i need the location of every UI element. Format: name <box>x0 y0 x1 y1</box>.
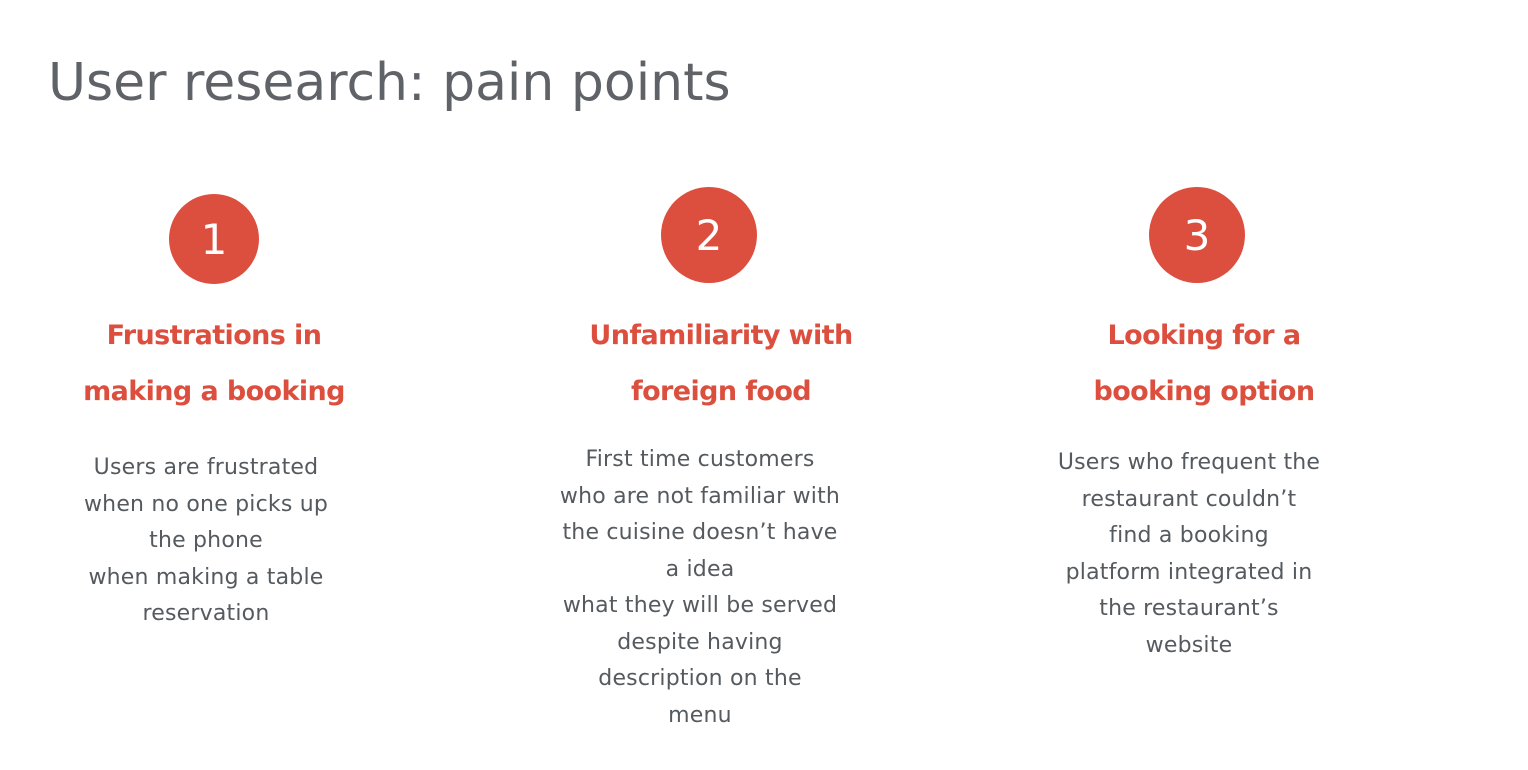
slide-title: User research: pain points <box>48 53 731 113</box>
description-line: find a booking <box>1109 523 1269 548</box>
description-line: despite having <box>617 629 783 655</box>
description-line: a idea <box>665 556 735 582</box>
description-line: Users who frequent the <box>1057 450 1321 475</box>
pain-point-description-3: Users who frequent the restaurant couldn… <box>1014 445 1364 664</box>
description-line: the phone <box>149 528 263 553</box>
description-line: platform integrated in <box>1065 559 1313 585</box>
pain-point-description-2: First time customers who are not familia… <box>530 442 870 734</box>
description-line: menu <box>668 702 732 728</box>
heading-line: making a booking <box>83 376 345 407</box>
number-badge-2: 2 <box>661 187 757 283</box>
heading-line: Frustrations in <box>106 320 322 351</box>
heading-line: booking option <box>1093 376 1316 407</box>
description-line: who are not familiar with <box>559 483 841 509</box>
description-line: the restaurant’s <box>1099 596 1279 621</box>
description-line: the cuisine doesn’t have <box>562 520 838 545</box>
description-line: reservation <box>142 601 270 626</box>
pain-point-heading-3: Looking for a booking option <box>1054 308 1354 420</box>
number-badge-1: 1 <box>169 194 259 284</box>
description-line: when making a table <box>88 564 324 590</box>
pain-point-heading-2: Unfamiliarity with foreign food <box>571 308 871 420</box>
pain-point-heading-1: Frustrations in making a booking <box>64 308 364 420</box>
description-line: website <box>1145 632 1233 658</box>
description-line: Users are frustrated <box>93 455 319 480</box>
description-line: when no one picks up <box>83 491 328 517</box>
description-line: restaurant couldn’t <box>1081 486 1297 512</box>
heading-line: foreign food <box>630 376 812 407</box>
heading-line: Unfamiliarity with <box>589 320 853 351</box>
description-line: description on the <box>598 666 802 691</box>
description-line: First time customers <box>585 447 815 472</box>
description-line: what they will be served <box>562 593 838 618</box>
number-badge-3: 3 <box>1149 187 1245 283</box>
pain-point-description-1: Users are frustrated when no one picks u… <box>56 450 356 633</box>
heading-line: Looking for a <box>1107 320 1302 351</box>
